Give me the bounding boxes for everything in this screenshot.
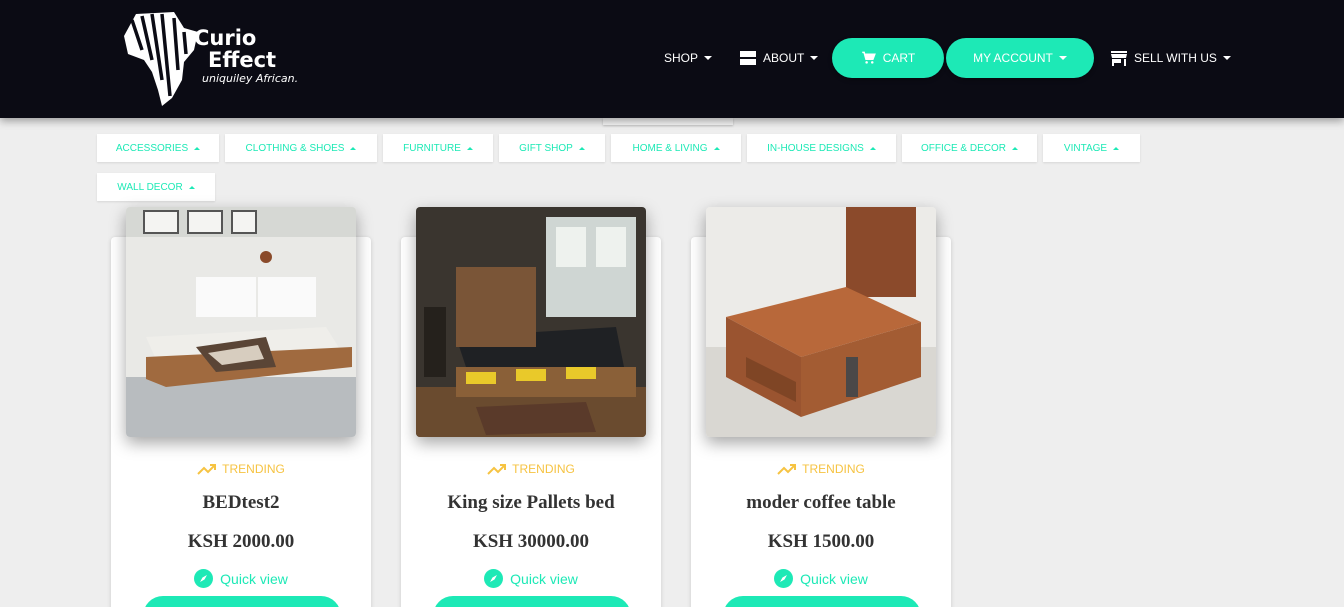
trending-badge: TRENDING [401, 462, 661, 476]
category-clothing-shoes[interactable]: CLOTHING & SHOES [225, 134, 377, 162]
sell-with-us-label: SELL WITH US [1134, 51, 1217, 65]
category-home-living[interactable]: HOME & LIVING [611, 134, 741, 162]
trending-up-icon [487, 464, 507, 475]
chevron-up-icon [869, 146, 876, 150]
product-title[interactable]: King size Pallets bed [401, 492, 661, 514]
category-label: FURNITURE [403, 142, 461, 154]
brand-tagline: uniquiley African. [202, 72, 299, 85]
category-vintage[interactable]: VINTAGE [1043, 134, 1140, 162]
product-price: KSH 30000.00 [472, 531, 590, 552]
trending-label: TRENDING [512, 462, 575, 476]
category-in-house-designs[interactable]: IN-HOUSE DESIGNS [747, 134, 896, 162]
cart-label: CART [882, 51, 916, 65]
view-agenda-icon [740, 51, 756, 65]
category-label: GIFT SHOP [519, 142, 573, 154]
chevron-down-icon [1058, 56, 1067, 60]
category-label: IN-HOUSE DESIGNS [767, 142, 864, 154]
chevron-up-icon [713, 146, 720, 150]
brand-logo[interactable]: Curio Effect uniquiley African. [122, 10, 298, 108]
product-title[interactable]: BEDtest2 [111, 492, 371, 514]
quick-view-label: Quick view [220, 570, 288, 587]
trending-badge: TRENDING [691, 462, 951, 476]
chevron-up-icon [1113, 146, 1120, 150]
category-furniture[interactable]: FURNITURE [383, 134, 493, 162]
category-wall-decor[interactable]: WALL DECOR [97, 173, 215, 201]
dropdown-tab-edge [603, 118, 733, 125]
category-label: VINTAGE [1063, 142, 1108, 154]
compass-icon [774, 569, 794, 588]
cart-button[interactable]: CART [832, 38, 944, 78]
product-image[interactable] [706, 207, 936, 437]
category-accessories[interactable]: ACCESSORIES [97, 134, 219, 162]
quick-view-link[interactable]: Quick view [111, 569, 371, 588]
category-office-decor[interactable]: OFFICE & DECOR [902, 134, 1037, 162]
quick-view-link[interactable]: Quick view [691, 569, 951, 588]
add-to-cart-button[interactable] [723, 596, 921, 607]
brand-name-line1: Curio [194, 26, 257, 50]
category-label: CLOTHING & SHOES [245, 142, 345, 154]
chevron-up-icon [466, 146, 473, 150]
product-image[interactable] [416, 207, 646, 437]
shopping-cart-icon [861, 51, 876, 65]
chevron-up-icon [194, 146, 201, 150]
category-label: OFFICE & DECOR [920, 142, 1006, 154]
product-price: KSH 2000.00 [187, 531, 295, 552]
nav-about-dropdown[interactable]: ABOUT [740, 38, 819, 78]
product-price: KSH 1500.00 [767, 531, 875, 552]
category-label: ACCESSORIES [115, 142, 189, 154]
nav-shop-dropdown[interactable]: SHOP [664, 38, 713, 78]
top-navbar: Curio Effect uniquiley African. SHOP ABO… [0, 0, 1344, 118]
quick-view-label: Quick view [800, 570, 868, 587]
chevron-up-icon [1012, 146, 1018, 150]
nav-about-label: ABOUT [763, 51, 805, 65]
my-account-dropdown[interactable]: MY ACCOUNT [946, 38, 1094, 78]
trending-label: TRENDING [802, 462, 865, 476]
sell-with-us-dropdown[interactable]: SELL WITH US [1111, 38, 1231, 78]
store-icon [1111, 50, 1127, 66]
chevron-down-icon [810, 56, 819, 60]
chevron-up-icon [578, 146, 585, 150]
quick-view-label: Quick view [510, 570, 578, 587]
compass-icon [194, 569, 214, 588]
africa-logo-icon [124, 12, 198, 106]
chevron-up-icon [188, 185, 195, 189]
brand-name-line2: Effect [208, 48, 277, 72]
product-image[interactable] [126, 207, 356, 437]
compass-icon [484, 569, 504, 588]
my-account-label: MY ACCOUNT [973, 51, 1053, 65]
trending-up-icon [777, 464, 797, 475]
add-to-cart-button[interactable] [433, 596, 631, 607]
product-title[interactable]: moder coffee table [691, 492, 951, 514]
add-to-cart-button[interactable] [143, 596, 341, 607]
nav-shop-label: SHOP [664, 51, 699, 65]
trending-badge: TRENDING [111, 462, 371, 476]
chevron-up-icon [350, 146, 357, 150]
category-label: HOME & LIVING [632, 142, 708, 154]
quick-view-link[interactable]: Quick view [401, 569, 661, 588]
category-gift-shop[interactable]: GIFT SHOP [499, 134, 605, 162]
category-label: WALL DECOR [117, 181, 183, 193]
trending-label: TRENDING [222, 462, 285, 476]
trending-up-icon [197, 464, 217, 475]
chevron-down-icon [1222, 56, 1231, 60]
chevron-down-icon [704, 56, 713, 60]
